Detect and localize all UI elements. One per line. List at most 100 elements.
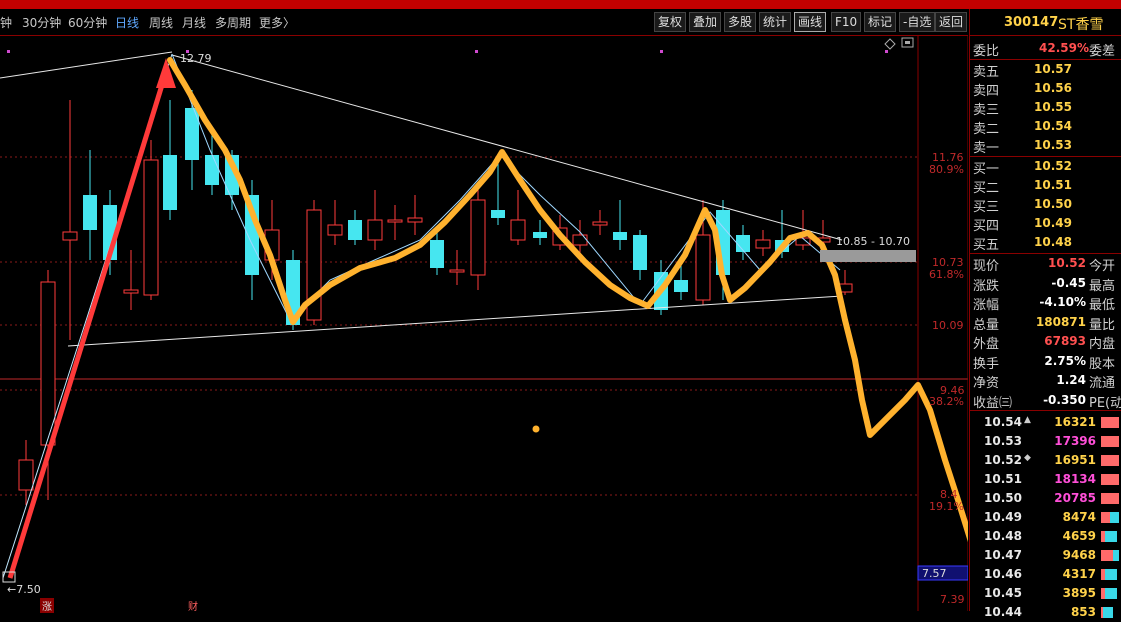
stat-label: 现价 <box>973 259 1000 274</box>
diamond-icon <box>884 38 896 50</box>
buy-level-row[interactable]: 买二 10.51 <box>970 176 1121 196</box>
stat-value: 67893 <box>1044 334 1086 348</box>
sell-level-label: 卖二 <box>973 122 1000 137</box>
stock-code: 300147 <box>1004 15 1059 30</box>
stat-label-2: 最高 <box>1089 278 1116 294</box>
rally-arrow-line <box>7 71 169 579</box>
period-tab-30min[interactable]: 30分钟 <box>22 14 61 31</box>
multi-stock-button[interactable]: 多股 <box>724 12 757 32</box>
candle-body <box>633 235 647 270</box>
candle-body <box>62 231 78 241</box>
sell-level-label: 卖五 <box>973 65 1000 80</box>
order-queue-row[interactable]: 10.53 17396 <box>970 432 1121 451</box>
top-red-bar <box>0 0 1121 9</box>
queue-price: 10.49 <box>984 510 1022 524</box>
order-queue-row[interactable]: 10.45 3895 <box>970 584 1121 603</box>
sell-level-row[interactable]: 卖四 10.56 <box>970 79 1121 99</box>
order-queue-row[interactable]: 10.44 853 <box>970 603 1121 622</box>
stat-value: -4.10% <box>1039 295 1086 309</box>
remove-watchlist-button[interactable]: -自选 <box>899 12 936 32</box>
queue-price: 10.50 <box>984 491 1022 505</box>
period-tab-min[interactable]: 钟 <box>0 14 12 31</box>
quote-stat-row: 现价 10.52 今开 <box>970 254 1121 274</box>
mark-button[interactable]: 标记 <box>864 12 897 32</box>
sell-level-label: 卖四 <box>973 84 1000 99</box>
period-tab-weekly[interactable]: 周线 <box>149 14 173 31</box>
sell-level-row[interactable]: 卖一 10.53 <box>970 136 1121 156</box>
buy-level-row[interactable]: 买三 10.50 <box>970 195 1121 215</box>
queue-bar-cyan <box>1105 569 1117 580</box>
candle-body <box>387 219 403 223</box>
stat-label-2: 今开 <box>1089 259 1116 274</box>
buy-level-row[interactable]: 买五 10.48 <box>970 233 1121 253</box>
stat-label-2: 内盘 <box>1089 337 1116 352</box>
low-price-label: ←7.50 <box>7 583 41 596</box>
period-tab-daily[interactable]: 日线 <box>115 14 139 31</box>
stat-value: 2.75% <box>1044 353 1086 368</box>
statistics-button[interactable]: 统计 <box>759 12 792 32</box>
sell-level-label: 卖一 <box>973 141 1000 156</box>
order-queue-row[interactable]: 10.54 ▲ 16321 <box>970 413 1121 432</box>
sell-level-price: 10.56 <box>1034 81 1072 95</box>
weibi-label: 委比 <box>973 44 1000 59</box>
queue-volume: 4659 <box>1062 529 1096 543</box>
stat-label: 换手 <box>973 356 1000 372</box>
order-queue-row[interactable]: 10.47 9468 <box>970 546 1121 565</box>
quote-stat-row: 外盘 67893 内盘 <box>970 332 1121 352</box>
sell-level-row[interactable]: 卖二 10.54 <box>970 117 1121 137</box>
buy-level-row[interactable]: 买四 10.49 <box>970 214 1121 234</box>
sell-level-row[interactable]: 卖五 10.57 <box>970 60 1121 80</box>
queue-price: 10.48 <box>984 529 1022 543</box>
candle-body <box>510 219 526 241</box>
back-button[interactable]: 返回 <box>935 12 968 32</box>
quote-stat-row: 收益㈢ -0.350 PE(动 <box>970 391 1121 411</box>
period-tab-multi[interactable]: 多周期 <box>215 14 251 31</box>
candle-body <box>327 224 343 236</box>
queue-price: 10.51 <box>984 472 1022 486</box>
order-queue-row[interactable]: 10.52 ◆ 16951 <box>970 451 1121 470</box>
candle-body <box>40 281 56 446</box>
sell-level-price: 10.54 <box>1034 119 1072 133</box>
candle-body <box>367 219 383 241</box>
queue-bar-cyan <box>1110 512 1119 523</box>
period-tab-60min[interactable]: 60分钟 <box>68 14 107 31</box>
queue-price: 10.44 <box>984 605 1022 619</box>
order-queue-row[interactable]: 10.50 20785 <box>970 489 1121 508</box>
stat-value: -0.350 <box>1043 392 1086 407</box>
queue-volume: 16321 <box>1054 415 1096 429</box>
queue-price: 10.46 <box>984 567 1022 581</box>
stat-value: 180871 <box>1035 314 1086 329</box>
quote-stat-row: 涨跌 -0.45 最高 <box>970 274 1121 294</box>
axis-price-1009: 10.09 <box>932 319 964 332</box>
order-queue-row[interactable]: 10.51 18134 <box>970 470 1121 489</box>
order-queue-row[interactable]: 10.48 4659 <box>970 527 1121 546</box>
queue-price: 10.52 <box>984 453 1022 467</box>
quote-stat-row: 换手 2.75% 股本 <box>970 352 1121 372</box>
order-queue-row[interactable]: 10.49 8474 <box>970 508 1121 527</box>
stat-label-2: 流通 <box>1089 376 1116 391</box>
draw-line-button[interactable]: 画线 <box>794 12 827 32</box>
kline-chart[interactable]: 12.79 ←7.50 10.85 - 10.70 11.76 80.9% 10… <box>0 36 968 613</box>
overlay-button[interactable]: 叠加 <box>689 12 722 32</box>
order-queue-row[interactable]: 10.46 4317 <box>970 565 1121 584</box>
buy-level-price: 10.48 <box>1034 235 1072 249</box>
weibi-row: 委比 42.59% 委差 <box>970 39 1121 59</box>
zigzag-thin <box>171 53 841 321</box>
f10-button[interactable]: F10 <box>831 12 862 32</box>
queue-price: 10.45 <box>984 586 1022 600</box>
period-tab-monthly[interactable]: 月线 <box>182 14 206 31</box>
stat-label: 总量 <box>973 317 1000 333</box>
period-tab-more[interactable]: 更多〉 <box>259 14 295 31</box>
trendline-upper-left <box>0 51 173 79</box>
queue-bar-red <box>1101 474 1119 485</box>
candle-body <box>533 232 547 238</box>
stat-label: 涨幅 <box>973 298 1000 313</box>
candle-body <box>755 239 771 249</box>
queue-volume: 853 <box>1070 605 1096 619</box>
sell-level-row[interactable]: 卖三 10.55 <box>970 98 1121 118</box>
queue-volume: 18134 <box>1054 472 1096 486</box>
buy-level-label: 买四 <box>973 219 1000 234</box>
buy-level-row[interactable]: 买一 10.52 <box>970 157 1121 177</box>
kline-canvas[interactable] <box>0 36 968 611</box>
adjust-button[interactable]: 复权 <box>654 12 687 32</box>
